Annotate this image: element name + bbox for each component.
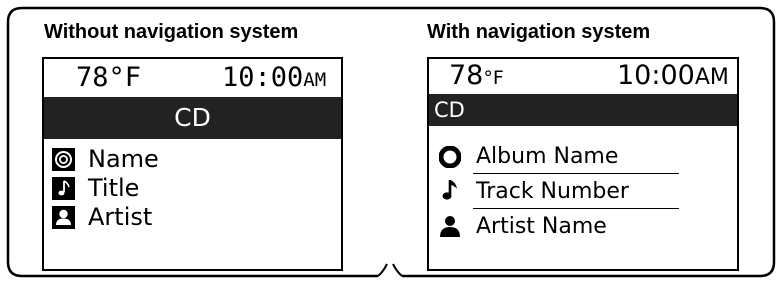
right-clock-ampm: AM xyxy=(694,65,729,90)
right-item-album-name: Album Name xyxy=(476,144,619,169)
left-temperature-value: 78 xyxy=(76,62,109,93)
left-status-row: 78°F 10:00AM xyxy=(44,59,341,94)
right-panel-title: With navigation system xyxy=(427,21,651,43)
right-source-bar: CD xyxy=(429,94,737,126)
person-icon xyxy=(438,214,462,242)
right-source-label: CD xyxy=(434,98,465,122)
music-note-icon xyxy=(52,177,75,200)
left-clock-ampm: AM xyxy=(303,69,327,91)
right-clock-time: 10:00 xyxy=(617,60,695,91)
left-display-screen: 78°F 10:00AM CD Name Title Artist xyxy=(42,57,343,271)
person-icon xyxy=(52,206,75,229)
right-temperature-unit: °F xyxy=(483,67,504,89)
right-item-track-number: Track Number xyxy=(476,179,629,204)
right-clock: 10:00AM xyxy=(617,62,729,92)
right-display-screen: 78°F 10:00AM CD Album Name Track Number … xyxy=(427,57,739,271)
disc-icon xyxy=(52,148,75,171)
left-source-bar: CD xyxy=(44,97,341,139)
left-clock-time: 10:00 xyxy=(222,62,304,93)
right-status-row: 78°F 10:00AM xyxy=(429,59,737,94)
left-panel-title: Without navigation system xyxy=(44,21,299,43)
left-temperature: 78°F xyxy=(76,64,141,92)
left-clock: 10:00AM xyxy=(222,64,326,94)
left-temperature-unit: °F xyxy=(108,62,142,93)
left-source-label: CD xyxy=(174,103,211,132)
right-item-divider xyxy=(473,173,679,174)
right-item-divider xyxy=(473,208,679,209)
left-item-title: Title xyxy=(88,174,140,202)
right-item-artist-name: Artist Name xyxy=(476,214,607,239)
music-note-icon xyxy=(440,178,462,206)
right-temperature: 78°F xyxy=(449,62,504,92)
disc-icon xyxy=(438,145,462,172)
right-temperature-value: 78 xyxy=(449,60,484,91)
left-item-name: Name xyxy=(88,145,159,173)
left-item-artist: Artist xyxy=(88,203,153,231)
